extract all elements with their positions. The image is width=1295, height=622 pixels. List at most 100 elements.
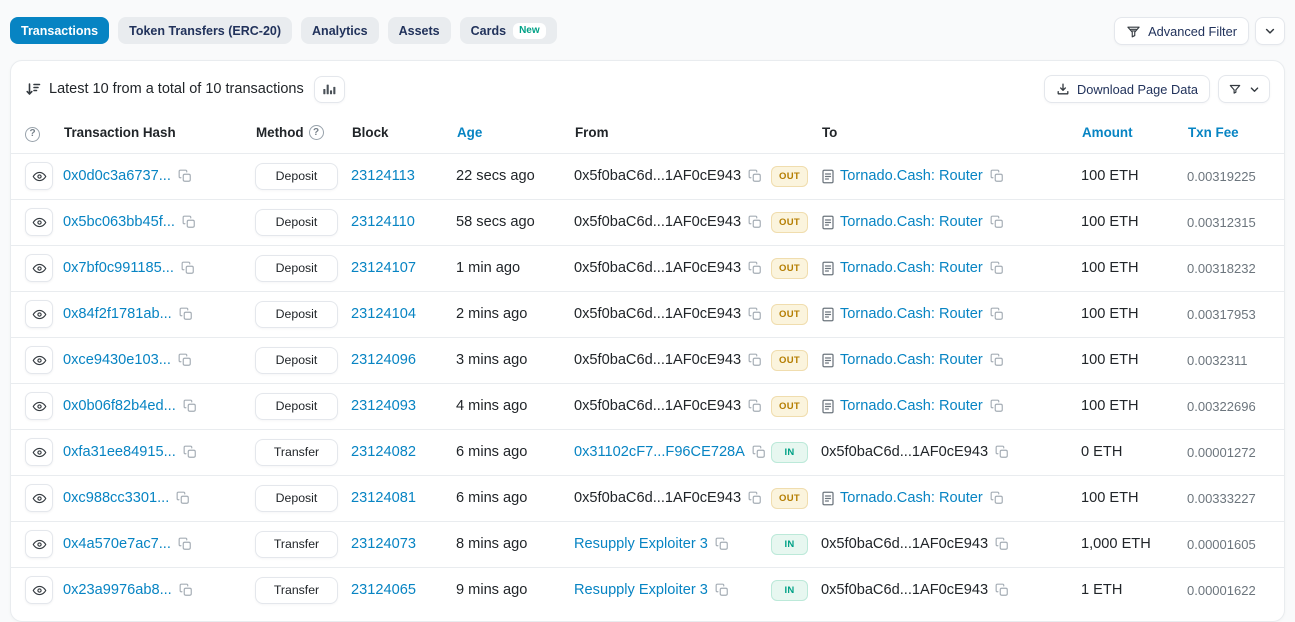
copy-icon[interactable] <box>179 307 193 321</box>
method-button[interactable]: Transfer <box>255 577 338 604</box>
advanced-filter-button[interactable]: Advanced Filter <box>1114 17 1249 45</box>
copy-icon[interactable] <box>715 537 729 551</box>
tab-analytics[interactable]: Analytics <box>301 17 379 44</box>
copy-icon[interactable] <box>990 491 1004 505</box>
age-text: 3 mins ago <box>456 352 527 368</box>
to-address: 0x5f0baC6d...1AF0cE943 <box>821 536 988 552</box>
header-age[interactable]: Age <box>456 113 574 153</box>
tx-hash-link[interactable]: 0x0d0c3a6737... <box>63 168 171 184</box>
copy-icon[interactable] <box>748 215 762 229</box>
copy-icon[interactable] <box>748 353 762 367</box>
block-link[interactable]: 23124093 <box>351 398 416 414</box>
block-link[interactable]: 23124081 <box>351 490 416 506</box>
tx-hash-link[interactable]: 0xce9430e103... <box>63 352 171 368</box>
copy-icon[interactable] <box>752 445 766 459</box>
block-link[interactable]: 23124073 <box>351 536 416 552</box>
tab-cards[interactable]: CardsNew <box>460 17 557 44</box>
tx-hash-link[interactable]: 0x0b06f82b4ed... <box>63 398 176 414</box>
copy-icon[interactable] <box>748 307 762 321</box>
method-button[interactable]: Deposit <box>255 393 338 420</box>
block-link[interactable]: 23124113 <box>351 168 415 184</box>
copy-icon[interactable] <box>748 169 762 183</box>
tx-hash-link[interactable]: 0x23a9976ab8... <box>63 582 172 598</box>
block-link[interactable]: 23124065 <box>351 582 416 598</box>
to-address[interactable]: Tornado.Cash: Router <box>840 352 983 368</box>
block-link[interactable]: 23124110 <box>351 214 415 230</box>
tab-assets[interactable]: Assets <box>388 17 451 44</box>
amount-text: 1 ETH <box>1081 582 1122 598</box>
eye-icon <box>32 307 47 322</box>
eye-button[interactable] <box>25 576 53 604</box>
copy-icon[interactable] <box>990 261 1004 275</box>
block-link[interactable]: 23124096 <box>351 352 416 368</box>
eye-button[interactable] <box>25 346 53 374</box>
block-link[interactable]: 23124107 <box>351 260 416 276</box>
chart-button[interactable] <box>314 76 345 103</box>
to-address[interactable]: Tornado.Cash: Router <box>840 214 983 230</box>
method-button[interactable]: Deposit <box>255 209 338 236</box>
block-link[interactable]: 23124104 <box>351 306 416 322</box>
to-address[interactable]: Tornado.Cash: Router <box>840 398 983 414</box>
copy-icon[interactable] <box>183 399 197 413</box>
copy-icon[interactable] <box>990 353 1004 367</box>
method-button[interactable]: Deposit <box>255 347 338 374</box>
copy-icon[interactable] <box>178 537 192 551</box>
tab-transactions[interactable]: Transactions <box>10 17 109 44</box>
copy-icon[interactable] <box>748 491 762 505</box>
copy-icon[interactable] <box>995 537 1009 551</box>
header-from: From <box>574 113 771 153</box>
copy-icon[interactable] <box>748 261 762 275</box>
header-amount[interactable]: Amount <box>1081 113 1187 153</box>
method-button[interactable]: Transfer <box>255 531 338 558</box>
contract-icon <box>821 353 835 368</box>
eye-button[interactable] <box>25 530 53 558</box>
copy-icon[interactable] <box>181 261 195 275</box>
download-page-data-button[interactable]: Download Page Data <box>1044 75 1210 103</box>
copy-icon[interactable] <box>176 491 190 505</box>
direction-badge: OUT <box>771 396 808 417</box>
eye-button[interactable] <box>25 162 53 190</box>
tx-hash-link[interactable]: 0x84f2f1781ab... <box>63 306 172 322</box>
copy-icon[interactable] <box>715 583 729 597</box>
eye-button[interactable] <box>25 484 53 512</box>
method-button[interactable]: Transfer <box>255 439 338 466</box>
eye-button[interactable] <box>25 254 53 282</box>
method-button[interactable]: Deposit <box>255 301 338 328</box>
copy-icon[interactable] <box>990 399 1004 413</box>
method-button[interactable]: Deposit <box>255 255 338 282</box>
to-address[interactable]: Tornado.Cash: Router <box>840 490 983 506</box>
to-address[interactable]: Tornado.Cash: Router <box>840 306 983 322</box>
eye-button[interactable] <box>25 300 53 328</box>
tx-hash-link[interactable]: 0x4a570e7ac7... <box>63 536 171 552</box>
block-link[interactable]: 23124082 <box>351 444 416 460</box>
tab-token-transfers-erc-20[interactable]: Token Transfers (ERC-20) <box>118 17 292 44</box>
copy-icon[interactable] <box>995 583 1009 597</box>
copy-icon[interactable] <box>748 399 762 413</box>
eye-button[interactable] <box>25 208 53 236</box>
method-button[interactable]: Deposit <box>255 163 338 190</box>
header-txn-fee[interactable]: Txn Fee <box>1187 113 1284 153</box>
from-address[interactable]: Resupply Exploiter 3 <box>574 536 708 552</box>
copy-icon[interactable] <box>178 353 192 367</box>
to-address[interactable]: Tornado.Cash: Router <box>840 260 983 276</box>
copy-icon[interactable] <box>183 445 197 459</box>
method-button[interactable]: Deposit <box>255 485 338 512</box>
from-address[interactable]: Resupply Exploiter 3 <box>574 582 708 598</box>
tx-hash-link[interactable]: 0xc988cc3301... <box>63 490 169 506</box>
copy-icon[interactable] <box>179 583 193 597</box>
copy-icon[interactable] <box>178 169 192 183</box>
copy-icon[interactable] <box>990 307 1004 321</box>
copy-icon[interactable] <box>990 169 1004 183</box>
from-address[interactable]: 0x31102cF7...F96CE728A <box>574 444 745 460</box>
table-filter-button[interactable] <box>1218 75 1270 103</box>
copy-icon[interactable] <box>990 215 1004 229</box>
advanced-filter-dropdown-button[interactable] <box>1255 17 1285 45</box>
copy-icon[interactable] <box>182 215 196 229</box>
tx-hash-link[interactable]: 0x7bf0c991185... <box>63 260 174 276</box>
eye-button[interactable] <box>25 438 53 466</box>
tx-hash-link[interactable]: 0x5bc063bb45f... <box>63 214 175 230</box>
copy-icon[interactable] <box>995 445 1009 459</box>
eye-button[interactable] <box>25 392 53 420</box>
to-address[interactable]: Tornado.Cash: Router <box>840 168 983 184</box>
tx-hash-link[interactable]: 0xfa31ee84915... <box>63 444 176 460</box>
